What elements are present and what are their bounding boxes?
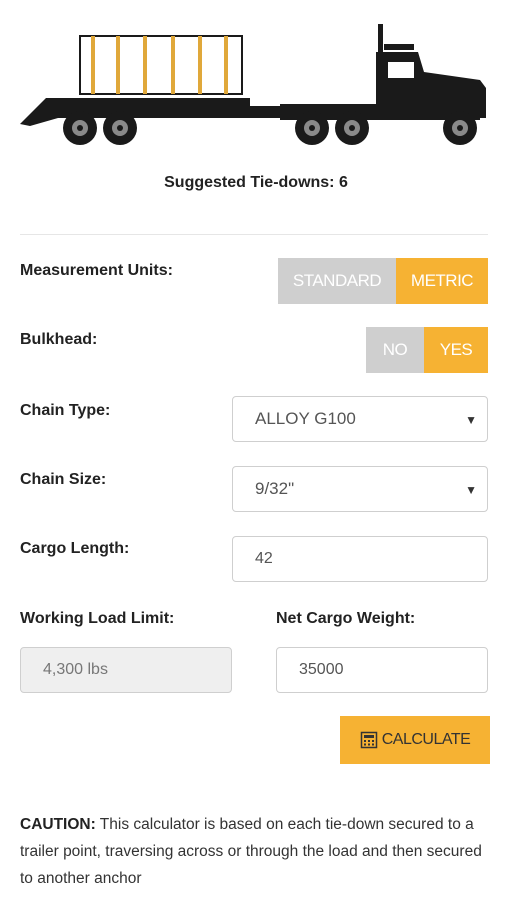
- chain-size-value: 9/32": [255, 479, 295, 498]
- working-load-limit-field: 4,300 lbs: [20, 647, 232, 693]
- calculate-button[interactable]: CALCULATE: [340, 716, 490, 764]
- chain-type-select[interactable]: ALLOY G100 ▼: [232, 396, 488, 442]
- measurement-units-label: Measurement Units:: [20, 262, 173, 279]
- chain-type-value: ALLOY G100: [255, 409, 356, 428]
- bulkhead-label: Bulkhead:: [20, 331, 98, 348]
- net-cargo-weight-input[interactable]: 35000: [276, 647, 488, 693]
- chevron-down-icon: ▼: [465, 483, 477, 497]
- bulkhead-yes-option[interactable]: YES: [424, 327, 488, 373]
- standard-option[interactable]: STANDARD: [278, 258, 396, 304]
- calculator-icon: [360, 731, 377, 749]
- bulkhead-no-option[interactable]: NO: [366, 327, 424, 373]
- cargo-posts: [91, 36, 228, 94]
- suggested-tiedowns: Suggested Tie-downs: 6: [164, 174, 348, 191]
- cargo-length-label: Cargo Length:: [20, 540, 130, 557]
- calculate-label: CALCULATE: [381, 731, 471, 748]
- cargo-length-input[interactable]: 42: [232, 536, 488, 582]
- chain-size-select[interactable]: 9/32" ▼: [232, 466, 488, 512]
- metric-option[interactable]: METRIC: [396, 258, 488, 304]
- bulkhead-toggle: NO YES: [366, 327, 488, 373]
- net-cargo-weight-label: Net Cargo Weight:: [276, 610, 416, 627]
- measurement-units-toggle: STANDARD METRIC: [278, 258, 488, 304]
- chain-size-label: Chain Size:: [20, 471, 107, 488]
- truck-illustration: [20, 24, 486, 145]
- tractor-cab: [376, 52, 486, 118]
- net-cargo-weight-value: 35000: [299, 661, 344, 678]
- divider: [20, 234, 488, 235]
- cargo-frame: [79, 35, 243, 95]
- chain-type-label: Chain Type:: [20, 402, 111, 419]
- cargo-length-value: 42: [255, 550, 273, 567]
- working-load-limit-value: 4,300 lbs: [43, 661, 108, 678]
- working-load-limit-label: Working Load Limit:: [20, 610, 175, 627]
- caution-note: CAUTION: This calculator is based on eac…: [20, 811, 494, 892]
- chevron-down-icon: ▼: [465, 413, 477, 427]
- caution-title: CAUTION:: [20, 816, 96, 833]
